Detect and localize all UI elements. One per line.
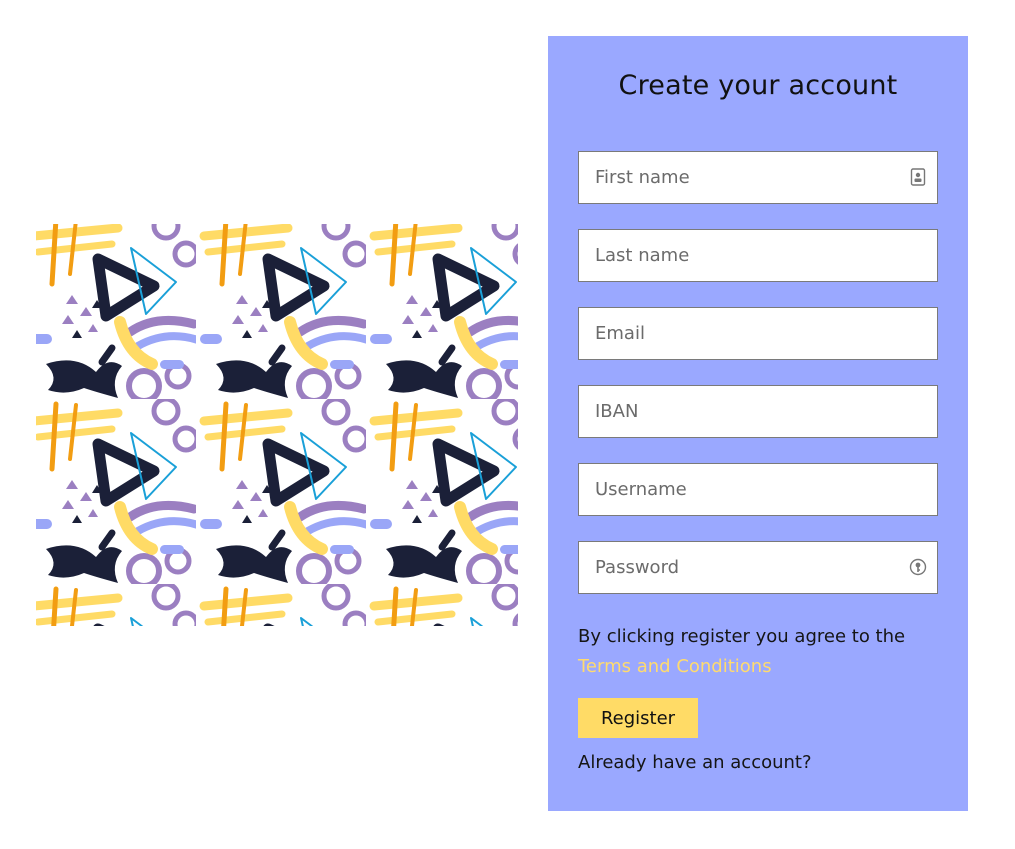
email-field[interactable] [578,307,938,360]
contact-card-icon[interactable] [908,167,928,187]
password-field[interactable] [578,541,938,594]
iban-input[interactable] [579,386,937,437]
abstract-pattern-illustration [36,224,518,626]
username-field[interactable] [578,463,938,516]
last-name-input[interactable] [579,230,937,281]
terms-agreement: By clicking register you agree to the Te… [578,622,938,682]
iban-field[interactable] [578,385,938,438]
password-input[interactable] [579,542,937,593]
agreement-text: By clicking register you agree to the [578,626,906,647]
email-input[interactable] [579,308,937,359]
password-key-icon[interactable] [908,557,928,577]
form-title: Create your account [618,70,898,101]
last-name-field[interactable] [578,229,938,282]
terms-link[interactable]: Terms and Conditions [578,652,772,682]
register-button[interactable]: Register [578,698,698,738]
signup-card: Create your account First name Last name… [548,36,968,811]
page: Create your account First name Last name… [0,0,1015,849]
first-name-input[interactable] [579,152,937,203]
username-input[interactable] [579,464,937,515]
login-prompt[interactable]: Already have an account? [578,752,938,773]
first-name-field[interactable] [578,151,938,204]
